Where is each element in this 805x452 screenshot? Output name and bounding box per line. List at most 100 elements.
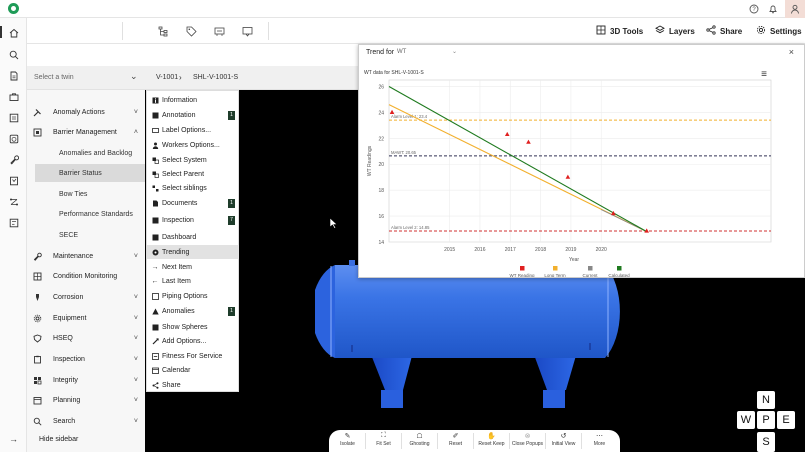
menu-item-documents[interactable]: Documents 1 bbox=[147, 196, 239, 210]
sidebar-item-equipment[interactable]: Equipment ˅ bbox=[27, 309, 145, 327]
report-icon[interactable] bbox=[7, 111, 20, 124]
compass-north[interactable]: N bbox=[757, 391, 775, 409]
y-axis-label: WT Readings bbox=[367, 145, 373, 176]
compass-south[interactable]: S bbox=[757, 432, 775, 452]
search-icon[interactable] bbox=[7, 48, 20, 61]
dashboard-icon bbox=[151, 233, 159, 241]
chevron-down-icon[interactable]: ⌄ bbox=[130, 71, 138, 82]
measure-icon[interactable] bbox=[211, 23, 227, 39]
tag-icon[interactable] bbox=[183, 23, 199, 39]
compass-plan[interactable]: P bbox=[757, 411, 775, 429]
bell-icon[interactable] bbox=[767, 3, 779, 15]
close-icon[interactable]: × bbox=[789, 47, 794, 57]
reset-keep-button[interactable]: ✋ Reset Keep bbox=[473, 432, 510, 451]
sidebar-item-anomaly-actions[interactable]: Anomaly Actions ˅ bbox=[27, 103, 145, 121]
menu-item-select-system[interactable]: Select System bbox=[147, 153, 239, 167]
sidebar-item-barrier-management[interactable]: Barrier Management ˄ bbox=[27, 123, 145, 141]
sidebar-item-hseq[interactable]: HSEQ ˅ bbox=[27, 329, 145, 347]
sidebar-item-planning[interactable]: Planning ˅ bbox=[27, 391, 145, 409]
share-icon bbox=[151, 381, 159, 389]
chevron-down-icon: ˅ bbox=[133, 252, 138, 260]
3d-tools-button[interactable]: 3D Tools bbox=[596, 24, 643, 38]
wrench-icon[interactable] bbox=[7, 153, 20, 166]
count-badge: 7 bbox=[228, 215, 235, 225]
menu-item-label-options[interactable]: Label Options... bbox=[147, 123, 239, 137]
trend-parameter-select[interactable]: WT bbox=[397, 49, 406, 55]
menu-item-last-item[interactable]: ← Last Item bbox=[147, 274, 239, 288]
sidebar-subitem-performance-standards[interactable]: Performance Standards bbox=[35, 205, 145, 223]
chevron-down-icon[interactable]: ⌄ bbox=[452, 48, 457, 55]
menu-item-trending[interactable]: Trending bbox=[147, 245, 239, 259]
user-menu-button[interactable] bbox=[785, 0, 805, 18]
menu-item-fitness-for-service[interactable]: Fitness For Service bbox=[147, 349, 239, 363]
reset-button[interactable]: ✐ Reset bbox=[437, 432, 474, 451]
sidebar-item-corrosion[interactable]: Corrosion ˅ bbox=[27, 288, 145, 306]
label-icon bbox=[151, 126, 159, 134]
comment-icon[interactable] bbox=[239, 23, 255, 39]
more-icon: ⋯ bbox=[596, 433, 603, 440]
sidebar-item-search[interactable]: Search ˅ bbox=[27, 412, 145, 430]
x-tick-label: 2018 bbox=[535, 247, 546, 253]
sidebar-item-condition-monitoring[interactable]: Condition Monitoring bbox=[27, 267, 145, 285]
y-tick-label: 14 bbox=[378, 240, 384, 246]
menu-item-next-item[interactable]: → Next Item bbox=[147, 260, 239, 274]
compass-west[interactable]: W bbox=[737, 411, 755, 429]
sidebar-item-integrity[interactable]: Integrity ˅ bbox=[27, 371, 145, 389]
breadcrumb-item[interactable]: V-1001 bbox=[156, 74, 178, 81]
app-logo-icon[interactable] bbox=[8, 3, 19, 14]
sidebar-subitem-barrier-status[interactable]: Barrier Status bbox=[35, 164, 145, 182]
legend-label: Calculated bbox=[608, 273, 630, 277]
menu-item-annotation[interactable]: Annotation 1 bbox=[147, 108, 239, 122]
compass-east[interactable]: E bbox=[777, 411, 795, 429]
menu-item-workers-options[interactable]: Workers Options... bbox=[147, 138, 239, 152]
menu-item-information[interactable]: Information bbox=[147, 93, 239, 107]
fitness-icon bbox=[151, 352, 159, 360]
sidebar-subitem-anomalies-backlog[interactable]: Anomalies and Backlog bbox=[35, 144, 145, 162]
briefcase-icon[interactable] bbox=[7, 90, 20, 103]
hide-sidebar-button[interactable]: Hide sidebar bbox=[39, 436, 78, 443]
document-icon[interactable] bbox=[7, 69, 20, 82]
arrow-right-icon[interactable]: → bbox=[9, 434, 18, 444]
sidebar-subitem-bow-ties[interactable]: Bow Ties bbox=[35, 185, 145, 203]
menu-item-show-spheres[interactable]: Show Spheres bbox=[147, 320, 239, 334]
close-popups-button[interactable]: ⊗ Close Popups bbox=[509, 432, 546, 451]
share-label: Share bbox=[720, 26, 743, 36]
menu-item-select-parent[interactable]: Select Parent bbox=[147, 167, 239, 181]
menu-item-add-options[interactable]: Add Options... bbox=[147, 334, 239, 348]
isolate-button[interactable]: ✎ Isolate bbox=[329, 432, 366, 451]
sidebar-item-maintenance[interactable]: Maintenance ˅ bbox=[27, 247, 145, 265]
bookmark-icon[interactable] bbox=[7, 174, 20, 187]
sidebar-subitem-sece[interactable]: SECE bbox=[35, 226, 145, 244]
more-button[interactable]: ⋯ More bbox=[581, 432, 618, 451]
twin-select[interactable]: Select a twin bbox=[34, 74, 74, 81]
clock-icon[interactable] bbox=[7, 132, 20, 145]
settings-button[interactable]: Settings bbox=[756, 24, 802, 38]
menu-item-inspection[interactable]: Inspection 7 bbox=[147, 213, 239, 227]
barrier-icon bbox=[33, 128, 42, 137]
context-menu: Information Annotation 1 Label Options..… bbox=[146, 90, 239, 392]
menu-item-anomalies[interactable]: Anomalies 1 bbox=[147, 304, 239, 318]
chevron-down-icon: ˅ bbox=[133, 314, 138, 322]
breadcrumb-item[interactable]: SHL-V-1001-S bbox=[193, 74, 238, 81]
corrosion-icon bbox=[33, 293, 42, 302]
menu-item-dashboard[interactable]: Dashboard bbox=[147, 230, 239, 244]
clipboard-icon bbox=[33, 355, 42, 364]
menu-item-calendar[interactable]: Calendar bbox=[147, 363, 239, 377]
hierarchy-icon[interactable] bbox=[155, 23, 171, 39]
initial-view-button[interactable]: ↺ Initial View bbox=[545, 432, 582, 451]
home-icon[interactable] bbox=[7, 26, 20, 39]
share-button[interactable]: Share bbox=[706, 24, 742, 38]
list-icon[interactable] bbox=[7, 216, 20, 229]
help-icon[interactable]: ? bbox=[748, 3, 760, 15]
legend-label: WT Reading bbox=[510, 273, 535, 277]
menu-item-piping-options[interactable]: Piping Options bbox=[147, 289, 239, 303]
menu-item-share[interactable]: Share bbox=[147, 378, 239, 392]
sidebar-item-inspection[interactable]: Inspection ˅ bbox=[27, 350, 145, 368]
calendar-icon bbox=[33, 396, 42, 405]
fit-set-button[interactable]: ⛶ Fit Set bbox=[365, 432, 402, 451]
ghosting-button[interactable]: ☖ Ghosting bbox=[401, 432, 438, 451]
fit-icon: ⛶ bbox=[381, 432, 386, 439]
flow-icon[interactable] bbox=[7, 195, 20, 208]
menu-item-select-siblings[interactable]: Select siblings bbox=[147, 181, 239, 195]
layers-button[interactable]: Layers bbox=[655, 24, 695, 38]
